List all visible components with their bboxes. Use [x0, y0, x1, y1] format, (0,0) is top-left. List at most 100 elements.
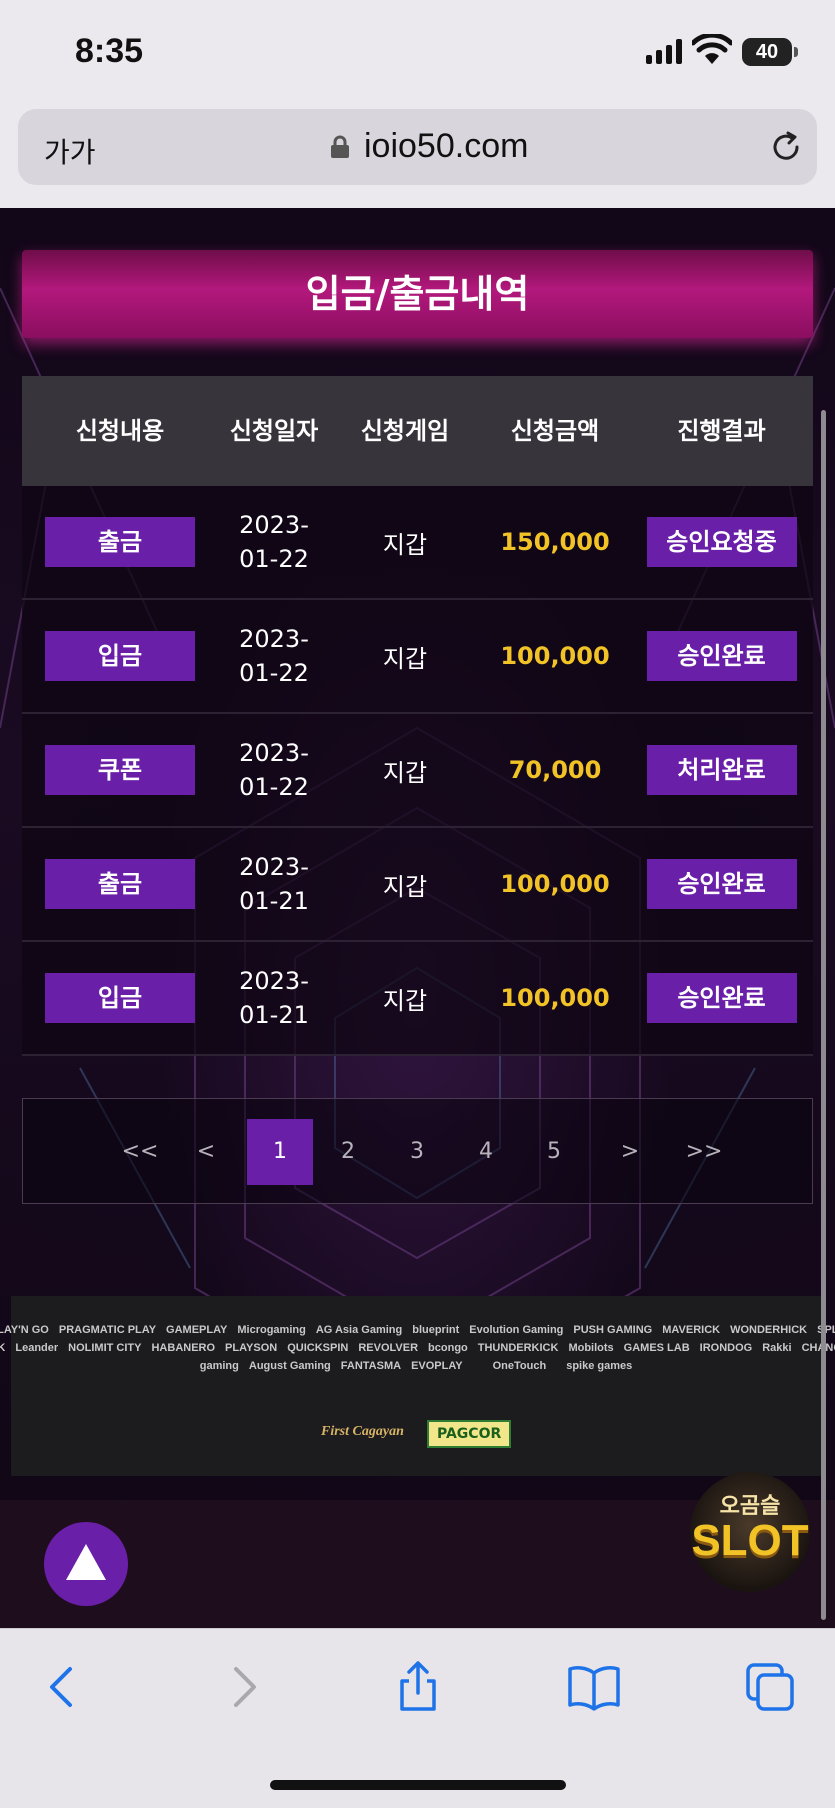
provider-logos: ARISTOCRATPLAY'N GOPRAGMATIC PLAYGAMEPLA…: [0, 1324, 835, 1378]
provider-logo-row: gaming August Gaming FANTASMA EVOPLAY OneTou…: [31, 1360, 801, 1372]
provider-logo: PLAY'N GO: [0, 1324, 49, 1336]
tabs-icon[interactable]: [742, 1659, 798, 1715]
provider-logo-row: ARISTOCRATPLAY'N GOPRAGMATIC PLAYGAMEPLA…: [0, 1324, 835, 1336]
game-cell: 지갑: [382, 644, 428, 673]
provider-logo: Evolution Gaming: [469, 1324, 564, 1336]
table-row: 출금 2023- 01-21 지갑 100,000 승인완료: [22, 828, 813, 942]
provider-logo: GAMEPLAY: [166, 1324, 228, 1336]
provider-logo: gaming: [199, 1360, 239, 1372]
provider-logo: ELK: [0, 1342, 6, 1354]
transaction-table: 신청내용 신청일자 신청게임 신청금액 진행결과 출금 2023- 01-22 지…: [22, 376, 813, 1056]
header-result: 진행결과: [677, 417, 766, 445]
type-badge: 입금: [45, 973, 195, 1023]
provider-logo: IRONDOG: [699, 1342, 753, 1354]
provider-logo: blueprint: [412, 1324, 460, 1336]
request-date: 2023- 01-22: [239, 508, 309, 576]
page-title-bar: 입금/출금내역: [22, 250, 813, 338]
battery-level: 40: [755, 41, 779, 63]
cellular-signal-icon: [646, 38, 682, 64]
page-next-button[interactable]: >: [597, 1119, 663, 1185]
result-badge: 승인요청중: [646, 517, 797, 567]
provider-logo: PRAGMATIC PLAY: [58, 1324, 157, 1336]
page-first-button[interactable]: <<: [107, 1119, 173, 1185]
wifi-icon: [692, 34, 732, 64]
slot-logo-badge[interactable]: 오곰슬 SLOT: [690, 1472, 810, 1592]
request-date: 2023- 01-21: [239, 964, 309, 1032]
provider-logo: THUNDERKICK: [477, 1342, 559, 1354]
provider-logo: FANTASMA: [340, 1360, 402, 1372]
amount-value: 150,000: [500, 528, 610, 556]
triangle-up-icon: [66, 1544, 106, 1580]
game-cell: 지갑: [382, 872, 428, 901]
url-text[interactable]: ioio50.com: [364, 127, 528, 166]
back-icon[interactable]: [36, 1659, 92, 1715]
home-indicator: [270, 1780, 566, 1790]
page-button-3[interactable]: 3: [384, 1119, 450, 1185]
date-year: 2023-: [239, 967, 309, 995]
forward-icon[interactable]: [214, 1659, 270, 1715]
page-button-4[interactable]: 4: [453, 1119, 519, 1185]
provider-logo: EVOPLAY: [411, 1360, 463, 1372]
page-button-5[interactable]: 5: [521, 1119, 587, 1185]
provider-logo: spike games: [566, 1360, 633, 1372]
date-month-day: 01-22: [239, 773, 309, 801]
bookmarks-icon[interactable]: [566, 1659, 622, 1715]
amount-value: 100,000: [500, 642, 610, 670]
provider-logo: PUSH GAMING: [573, 1324, 653, 1336]
page-button-2[interactable]: 2: [315, 1119, 381, 1185]
provider-logo: GAMES LAB: [623, 1342, 690, 1354]
provider-logo: REVOLVER: [358, 1342, 419, 1354]
text-size-button[interactable]: 가가: [44, 131, 96, 171]
type-badge: 입금: [45, 631, 195, 681]
amount-value: 70,000: [508, 756, 602, 784]
provider-logo: HABANERO: [151, 1342, 216, 1354]
type-badge: 쿠폰: [45, 745, 195, 795]
provider-logo: SPLITROCK: [817, 1324, 835, 1336]
provider-logo: QUICKSPIN: [287, 1342, 349, 1354]
table-row: 출금 2023- 01-22 지갑 150,000 승인요청중: [22, 486, 813, 600]
status-bar: 8:35 40: [0, 0, 835, 105]
provider-logo: Rakki: [762, 1342, 792, 1354]
provider-logo: Microgaming: [237, 1324, 306, 1336]
type-badge: 출금: [45, 859, 195, 909]
result-badge: 승인완료: [646, 859, 797, 909]
result-badge: 승인완료: [646, 631, 797, 681]
table-row: 쿠폰 2023- 01-22 지갑 70,000 처리완료: [22, 714, 813, 828]
date-year: 2023-: [239, 511, 309, 539]
share-icon[interactable]: [390, 1659, 446, 1715]
page-last-button[interactable]: >>: [671, 1119, 737, 1185]
reload-icon[interactable]: [768, 129, 804, 165]
amount-value: 100,000: [500, 984, 610, 1012]
slot-badge-line2: SLOT: [691, 1516, 809, 1565]
page-title: 입금/출금내역: [305, 272, 530, 316]
request-date: 2023- 01-22: [239, 736, 309, 804]
provider-logo: PLAYSON: [225, 1342, 278, 1354]
date-year: 2023-: [239, 739, 309, 767]
header-request-date: 신청일자: [229, 417, 319, 445]
battery-icon: 40: [742, 38, 798, 66]
date-year: 2023-: [239, 853, 309, 881]
page-prev-button[interactable]: <: [173, 1119, 239, 1185]
lock-icon: [331, 135, 349, 158]
address-bar[interactable]: 가가 ioio50.com: [18, 109, 817, 185]
footer-providers: ARISTOCRATPLAY'N GOPRAGMATIC PLAYGAMEPLA…: [0, 1296, 835, 1476]
header-request-type: 신청내용: [75, 417, 165, 445]
table-row: 입금 2023- 01-21 지갑 100,000 승인완료: [22, 942, 813, 1056]
date-month-day: 01-21: [239, 1001, 309, 1029]
date-month-day: 01-22: [239, 659, 309, 687]
provider-logo: AG Asia Gaming: [315, 1324, 403, 1336]
provider-logo: MAVERICK: [662, 1324, 721, 1336]
provider-logo: WONDERHICK: [730, 1324, 808, 1336]
provider-logo: NOLIMIT CITY: [68, 1342, 142, 1354]
provider-logo: OneTouch: [492, 1360, 547, 1372]
result-badge: 처리완료: [646, 745, 797, 795]
scrollbar[interactable]: [821, 410, 826, 1620]
table-header: 신청내용 신청일자 신청게임 신청금액 진행결과: [22, 376, 813, 486]
header-request-game: 신청게임: [360, 417, 450, 445]
web-page: 입금/출금내역 신청내용 신청일자 신청게임 신청금액 진행결과 출금 2023…: [0, 208, 835, 1628]
page-button-1[interactable]: 1: [247, 1119, 313, 1185]
provider-logo: Leander: [15, 1342, 59, 1354]
scroll-to-top-button[interactable]: [44, 1522, 128, 1606]
browser-address-area: 가가 ioio50.com: [0, 105, 835, 208]
provider-logo-row: ELK Leander NOLIMIT CITY HABANERO PLAYSON QUI…: [0, 1342, 835, 1354]
